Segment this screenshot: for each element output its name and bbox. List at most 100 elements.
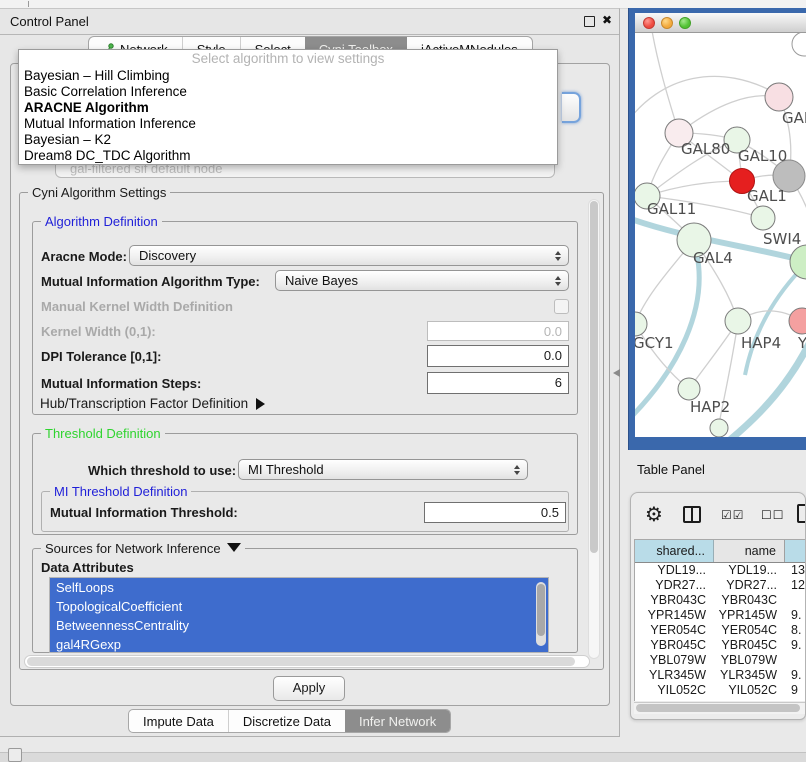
control-panel-titlebar: Control Panel ✖	[0, 9, 619, 35]
dropdown-item[interactable]: Bayesian – K2	[19, 132, 557, 148]
split-columns-icon[interactable]	[683, 506, 701, 523]
dropdown-item[interactable]: Mutual Information Inference	[19, 116, 557, 132]
aracne-mode-combo[interactable]: Discovery	[129, 245, 569, 266]
node-label: SWI4	[763, 230, 801, 248]
dropdown-item[interactable]: Basic Correlation Inference	[19, 84, 557, 100]
zoom-traffic-icon[interactable]	[679, 17, 691, 29]
hub-definition-label: Hub/Transcription Factor Definition	[40, 396, 248, 411]
node-label: GAL4	[693, 249, 733, 267]
hide-columns-icon[interactable]: ☐☐	[761, 508, 785, 522]
aracne-mode-label: Aracne Mode:	[41, 249, 127, 264]
manual-kernel-width-label: Manual Kernel Width Definition	[41, 299, 233, 314]
export-table-icon[interactable]	[797, 504, 806, 523]
tab-infer-network[interactable]: Infer Network	[345, 710, 450, 732]
node-label: GAL11	[647, 200, 696, 218]
which-threshold-combo[interactable]: MI Threshold	[238, 459, 528, 480]
which-threshold-label: Which threshold to use:	[88, 463, 236, 478]
edge	[635, 76, 779, 125]
node-gal-top	[765, 83, 793, 111]
table-row[interactable]: YDR27...YDR27...12	[635, 578, 806, 593]
node	[792, 33, 806, 56]
table-header-row: shared... name	[635, 540, 806, 563]
sources-title[interactable]: Sources for Network Inference	[41, 541, 245, 556]
data-attributes-label: Data Attributes	[41, 560, 134, 575]
mi-algorithm-type-value: Naive Bayes	[276, 273, 551, 288]
close-icon[interactable]: ✖	[602, 13, 612, 27]
corner-square-icon[interactable]	[8, 748, 22, 762]
minimize-traffic-icon[interactable]	[661, 17, 673, 29]
tab-impute-data[interactable]: Impute Data	[129, 710, 228, 732]
mi-steps-input[interactable]: 6	[427, 372, 569, 394]
node-gcy1	[635, 312, 647, 336]
stepper-icon	[551, 251, 565, 261]
table-row[interactable]: YIL052CYIL052C9	[635, 683, 806, 698]
hub-definition-expander[interactable]: Hub/Transcription Factor Definition	[40, 396, 265, 411]
table-row[interactable]: YPR145WYPR145W9.	[635, 608, 806, 623]
node	[710, 419, 728, 437]
list-item[interactable]: SelfLoops	[50, 578, 548, 597]
settings-horizontal-scrollbar[interactable]	[24, 655, 590, 668]
mi-steps-label: Mutual Information Steps:	[41, 376, 201, 391]
list-item[interactable]: gal4RGexp	[50, 635, 548, 653]
node-hap2	[678, 378, 700, 400]
column-header-partial[interactable]	[785, 540, 806, 562]
dropdown-item[interactable]: Bayesian – Hill Climbing	[19, 68, 557, 84]
aracne-mode-value: Discovery	[130, 248, 551, 263]
collapse-down-icon	[227, 543, 241, 552]
mi-threshold-group: MI Threshold Definition Mutual Informati…	[41, 491, 569, 532]
edge	[651, 33, 679, 133]
mi-threshold-label: Mutual Information Threshold:	[50, 505, 238, 520]
cyni-algorithm-settings-group: Cyni Algorithm Settings Algorithm Defini…	[19, 192, 604, 670]
bottom-strip	[0, 752, 806, 762]
dropdown-item[interactable]: Dream8 DC_TDC Algorithm	[19, 148, 557, 164]
sources-group: Sources for Network Inference Data Attri…	[32, 548, 578, 653]
dpi-tolerance-input[interactable]: 0.0	[427, 345, 569, 367]
list-item[interactable]: TopologicalCoefficient	[50, 597, 548, 616]
table-row[interactable]: YDL19...YDL19...13	[635, 563, 806, 578]
show-columns-icon[interactable]: ☑☑	[721, 508, 745, 522]
network-window-titlebar	[635, 13, 806, 33]
control-panel-title: Control Panel	[10, 14, 89, 29]
mi-threshold-input[interactable]: 0.5	[424, 502, 566, 523]
gear-icon[interactable]: ⚙	[645, 502, 663, 527]
column-header-shared-name[interactable]: shared...	[635, 540, 714, 562]
cyni-algorithm-settings-title: Cyni Algorithm Settings	[28, 185, 170, 200]
network-canvas[interactable]: GAL GAL80 GAL10 GAL1 GAL11 SWI4 GAL4 GCY…	[635, 33, 806, 437]
dropdown-item-selected[interactable]: ARACNE Algorithm	[19, 100, 557, 116]
attribute-list-scrollbar[interactable]	[536, 582, 546, 646]
column-header-name[interactable]: name	[714, 540, 785, 562]
mi-algorithm-type-combo[interactable]: Naive Bayes	[275, 270, 569, 291]
node-label: GAL10	[738, 147, 787, 165]
inference-algorithm-combo-partial[interactable]	[562, 92, 581, 123]
close-traffic-icon[interactable]	[643, 17, 655, 29]
kernel-width-label: Kernel Width (0,1):	[41, 324, 156, 339]
table-horizontal-scrollbar[interactable]	[634, 702, 806, 714]
settings-vertical-scrollbar[interactable]	[588, 199, 600, 659]
table-row[interactable]: YBL079WYBL079W	[635, 653, 806, 668]
tab-discretize-data[interactable]: Discretize Data	[228, 710, 345, 732]
stepper-icon	[510, 465, 524, 475]
table-row[interactable]: YER054CYER054C8.	[635, 623, 806, 638]
node-gal1-green	[751, 206, 775, 230]
table-panel-title: Table Panel	[637, 462, 705, 477]
node-label: HAP4	[741, 334, 781, 352]
list-item[interactable]: BetweennessCentrality	[50, 616, 548, 635]
manual-kernel-width-checkbox[interactable]	[554, 299, 569, 314]
float-window-icon[interactable]	[584, 16, 595, 27]
table-row[interactable]: YBR043CYBR043C	[635, 593, 806, 608]
threshold-definition-group: Threshold Definition Which threshold to …	[32, 433, 578, 535]
table-row[interactable]: YBR045CYBR045C9.	[635, 638, 806, 653]
edge	[647, 181, 742, 196]
algorithm-definition-title: Algorithm Definition	[41, 214, 162, 229]
expand-right-icon	[256, 398, 265, 410]
kernel-width-input[interactable]: 0.0	[427, 321, 569, 341]
stepper-icon	[551, 276, 565, 286]
node-label: GAL1	[747, 187, 787, 205]
apply-button[interactable]: Apply	[273, 676, 345, 701]
dpi-tolerance-label: DPI Tolerance [0,1]:	[41, 349, 161, 364]
edge	[679, 96, 779, 133]
panel-resize-grip[interactable]	[613, 369, 620, 377]
threshold-definition-title: Threshold Definition	[41, 426, 165, 441]
node-salmon	[789, 308, 806, 334]
table-row[interactable]: YLR345WYLR345W9.	[635, 668, 806, 683]
